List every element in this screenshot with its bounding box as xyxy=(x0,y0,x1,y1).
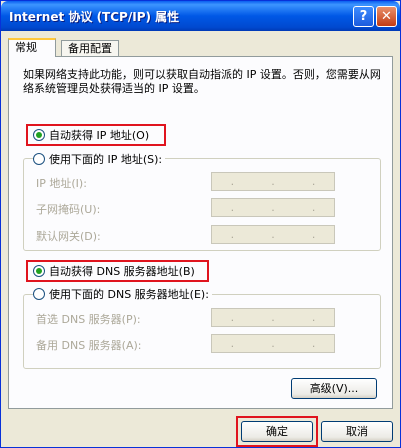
ip-dot: . xyxy=(230,175,235,188)
ip-address-label: IP 地址(I): xyxy=(36,177,87,190)
ip-manual-label: 使用下面的 IP 地址(S): xyxy=(49,153,163,166)
ip-dot: . xyxy=(271,337,275,350)
ip-auto-radio-row[interactable]: 自动获得 IP 地址(O) xyxy=(33,127,153,143)
ok-button[interactable]: 确定 xyxy=(241,421,313,442)
ip-auto-label: 自动获得 IP 地址(O) xyxy=(49,129,150,142)
help-button[interactable]: ? xyxy=(353,6,374,27)
ip-dot: . xyxy=(271,201,275,214)
cancel-button[interactable]: 取消 xyxy=(321,421,393,442)
window-title: Internet 协议 (TCP/IP) 属性 xyxy=(9,10,180,24)
ip-dot: . xyxy=(311,228,316,241)
tab-general[interactable]: 常规 xyxy=(8,38,56,57)
ip-dot: . xyxy=(230,228,235,241)
dns-auto-label: 自动获得 DNS 服务器地址(B) xyxy=(49,265,195,278)
dns-manual-label: 使用下面的 DNS 服务器地址(E): xyxy=(49,288,209,301)
ip-dot: . xyxy=(311,201,316,214)
dns-manual-radio[interactable] xyxy=(33,288,45,300)
ip-auto-radio[interactable] xyxy=(33,129,45,141)
close-icon: ✕ xyxy=(381,9,392,24)
tcpip-properties-dialog: Internet 协议 (TCP/IP) 属性 ? ✕ 常规 备用配置 如果网络… xyxy=(0,0,401,448)
default-gateway-label: 默认网关(D): xyxy=(36,230,101,243)
dns-auto-radio[interactable] xyxy=(33,265,45,277)
preferred-dns-input[interactable]: ... xyxy=(211,308,335,327)
default-gateway-input[interactable]: ... xyxy=(211,225,335,244)
ip-dot: . xyxy=(311,337,316,350)
alternate-dns-label: 备用 DNS 服务器(A): xyxy=(36,339,142,352)
ip-dot: . xyxy=(230,337,235,350)
subnet-mask-label: 子网掩码(U): xyxy=(36,203,101,216)
ip-dot: . xyxy=(271,175,275,188)
ip-dot: . xyxy=(230,311,235,324)
dns-auto-radio-row[interactable]: 自动获得 DNS 服务器地址(B) xyxy=(33,263,198,279)
ip-dot: . xyxy=(311,175,316,188)
advanced-button[interactable]: 高级(V)... xyxy=(291,378,377,399)
subnet-mask-input[interactable]: ... xyxy=(211,198,335,217)
ip-dot: . xyxy=(271,228,275,241)
dns-manual-radio-row[interactable]: 使用下面的 DNS 服务器地址(E): xyxy=(33,286,212,302)
preferred-dns-label: 首选 DNS 服务器(P): xyxy=(36,313,141,326)
description-text: 如果网络支持此功能，则可以获取自动指派的 IP 设置。否则，您需要从网络系统管理… xyxy=(23,68,381,95)
dns-manual-group xyxy=(23,294,381,369)
alternate-dns-input[interactable]: ... xyxy=(211,334,335,353)
tab-alternate-config[interactable]: 备用配置 xyxy=(61,40,119,57)
general-tab-panel: 如果网络支持此功能，则可以获取自动指派的 IP 设置。否则，您需要从网络系统管理… xyxy=(8,56,393,409)
help-icon: ? xyxy=(359,9,368,24)
title-bar[interactable]: Internet 协议 (TCP/IP) 属性 ? ✕ xyxy=(1,1,400,31)
ip-address-input[interactable]: ... xyxy=(211,172,335,191)
ip-dot: . xyxy=(311,311,316,324)
ip-manual-radio[interactable] xyxy=(33,153,45,165)
ip-manual-radio-row[interactable]: 使用下面的 IP 地址(S): xyxy=(33,151,166,167)
ip-dot: . xyxy=(230,201,235,214)
close-button[interactable]: ✕ xyxy=(376,6,397,27)
ip-dot: . xyxy=(271,311,275,324)
